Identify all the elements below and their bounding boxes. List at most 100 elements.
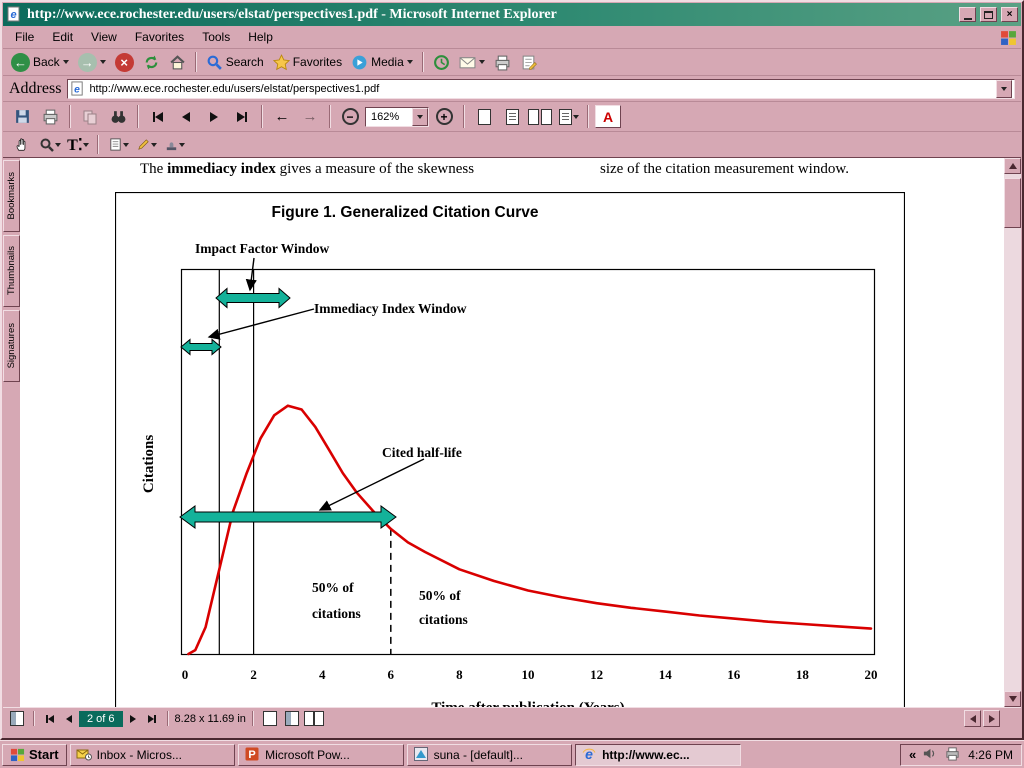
title-bar: e http://www.ece.rochester.edu/users/els…	[3, 3, 1021, 26]
edit-button[interactable]	[516, 52, 541, 73]
stamp-tool-button[interactable]	[161, 133, 187, 156]
nav-pane-toggle-button[interactable]	[7, 710, 27, 728]
menu-view[interactable]: View	[83, 27, 125, 47]
menu-file[interactable]: File	[7, 27, 42, 47]
task-suna[interactable]: suna - [default]...	[407, 744, 572, 766]
cited-half-life-arrow	[180, 506, 396, 528]
forward-dropdown-icon[interactable]	[100, 60, 106, 64]
browser-window: e http://www.ece.rochester.edu/users/els…	[0, 0, 1024, 740]
pencil-dropdown-icon[interactable]	[151, 143, 157, 147]
ie-icon: e	[581, 746, 598, 763]
favorites-button[interactable]: Favorites	[269, 52, 346, 73]
tab-signatures[interactable]: Signatures	[3, 310, 20, 382]
scrollbar-thumb[interactable]	[1004, 178, 1021, 228]
mail-button[interactable]	[455, 52, 489, 73]
printer-tray-icon[interactable]	[945, 746, 962, 763]
refresh-icon	[143, 54, 160, 71]
zoom-dropdown-button[interactable]	[412, 108, 428, 126]
status-first-page-button[interactable]	[41, 710, 59, 728]
menu-tools[interactable]: Tools	[194, 27, 238, 47]
note-tool-button[interactable]	[105, 133, 131, 156]
status-last-page-button[interactable]	[143, 710, 161, 728]
status-previous-page-button[interactable]	[61, 710, 77, 728]
zoom-tool-dropdown-icon[interactable]	[55, 143, 61, 147]
svg-text:6: 6	[388, 667, 395, 682]
clock: 4:26 PM	[968, 748, 1013, 762]
restore-button[interactable]	[980, 7, 997, 22]
page-indicator[interactable]: 2 of 6	[79, 711, 123, 727]
tab-bookmarks[interactable]: Bookmarks	[3, 160, 20, 232]
task-powerpoint[interactable]: P Microsoft Pow...	[238, 744, 403, 766]
svg-text:20: 20	[865, 667, 878, 682]
text-select-dropdown-icon[interactable]	[83, 143, 89, 147]
mail-dropdown-icon[interactable]	[479, 60, 485, 64]
menu-edit[interactable]: Edit	[44, 27, 81, 47]
pct-right-label-2: citations	[419, 612, 468, 627]
history-button[interactable]	[429, 52, 454, 73]
single-page-layout-button[interactable]	[260, 710, 280, 728]
tab-thumbnails[interactable]: Thumbnails	[3, 235, 20, 307]
menu-help[interactable]: Help	[240, 27, 281, 47]
stop-button[interactable]: ×	[111, 51, 138, 74]
address-dropdown-button[interactable]	[996, 80, 1012, 98]
acrobat-logo-button[interactable]: A	[595, 105, 621, 128]
zoom-level-box[interactable]: 162%	[365, 107, 429, 127]
scroll-down-button[interactable]	[1004, 691, 1021, 707]
copy-button[interactable]	[77, 105, 103, 128]
task-inbox[interactable]: Inbox - Micros...	[70, 744, 235, 766]
ie-page-icon: e	[6, 6, 23, 23]
svg-text:12: 12	[590, 667, 603, 682]
next-page-button[interactable]	[201, 105, 227, 128]
stamp-dropdown-icon[interactable]	[179, 143, 185, 147]
close-button[interactable]: ×	[1001, 7, 1018, 22]
vertical-scrollbar[interactable]	[1004, 158, 1021, 707]
scroll-up-button[interactable]	[1004, 158, 1021, 174]
note-dropdown-icon[interactable]	[123, 143, 129, 147]
rotate-view-button[interactable]	[555, 105, 581, 128]
continuous-layout-button[interactable]	[282, 710, 302, 728]
previous-page-button[interactable]	[173, 105, 199, 128]
media-button[interactable]: Media	[347, 52, 417, 73]
back-button[interactable]: ← Back	[7, 51, 73, 74]
x-axis-ticks: 02468101214161820	[182, 667, 878, 682]
pct-left-label-2: citations	[312, 606, 361, 621]
start-button[interactable]: Start	[2, 744, 67, 766]
task-ie-active[interactable]: e http://www.ec...	[575, 744, 740, 766]
media-dropdown-icon[interactable]	[407, 60, 413, 64]
text-select-tool-button[interactable]: T⁚	[65, 133, 91, 156]
first-page-button[interactable]	[145, 105, 171, 128]
facing-layout-button[interactable]	[304, 710, 324, 728]
search-button[interactable]: Search	[202, 52, 268, 73]
find-button[interactable]	[105, 105, 131, 128]
zoom-out-button[interactable]: −	[337, 105, 363, 128]
previous-view-button[interactable]: ←	[269, 105, 295, 128]
taskbar: Start Inbox - Micros... P Microsoft Pow.…	[0, 740, 1024, 768]
media-icon	[351, 54, 368, 71]
next-view-button[interactable]: →	[297, 105, 323, 128]
save-button[interactable]	[9, 105, 35, 128]
tray-chevron[interactable]: «	[909, 747, 916, 762]
forward-button[interactable]: →	[74, 51, 110, 74]
last-page-button[interactable]	[229, 105, 255, 128]
zoom-tool-button[interactable]	[37, 133, 63, 156]
pdf-print-button[interactable]	[37, 105, 63, 128]
fit-width-button[interactable]	[527, 105, 553, 128]
scroll-left-button[interactable]	[964, 710, 981, 727]
address-input[interactable]: e http://www.ece.rochester.edu/users/els…	[67, 79, 1015, 99]
pencil-tool-button[interactable]	[133, 133, 159, 156]
refresh-button[interactable]	[139, 52, 164, 73]
zoom-in-button[interactable]: +	[431, 105, 457, 128]
minimize-button[interactable]	[959, 7, 976, 22]
home-button[interactable]	[165, 52, 190, 73]
menu-favorites[interactable]: Favorites	[127, 27, 192, 47]
hand-tool-button[interactable]	[9, 133, 35, 156]
print-button[interactable]	[490, 52, 515, 73]
actual-size-button[interactable]	[471, 105, 497, 128]
back-dropdown-icon[interactable]	[63, 60, 69, 64]
status-next-page-button[interactable]	[125, 710, 141, 728]
doc-text-right: size of the citation measurement window.	[600, 161, 849, 178]
scroll-right-button[interactable]	[983, 710, 1000, 727]
volume-icon[interactable]	[922, 746, 939, 763]
fit-in-window-button[interactable]	[499, 105, 525, 128]
svg-text:e: e	[585, 746, 593, 762]
